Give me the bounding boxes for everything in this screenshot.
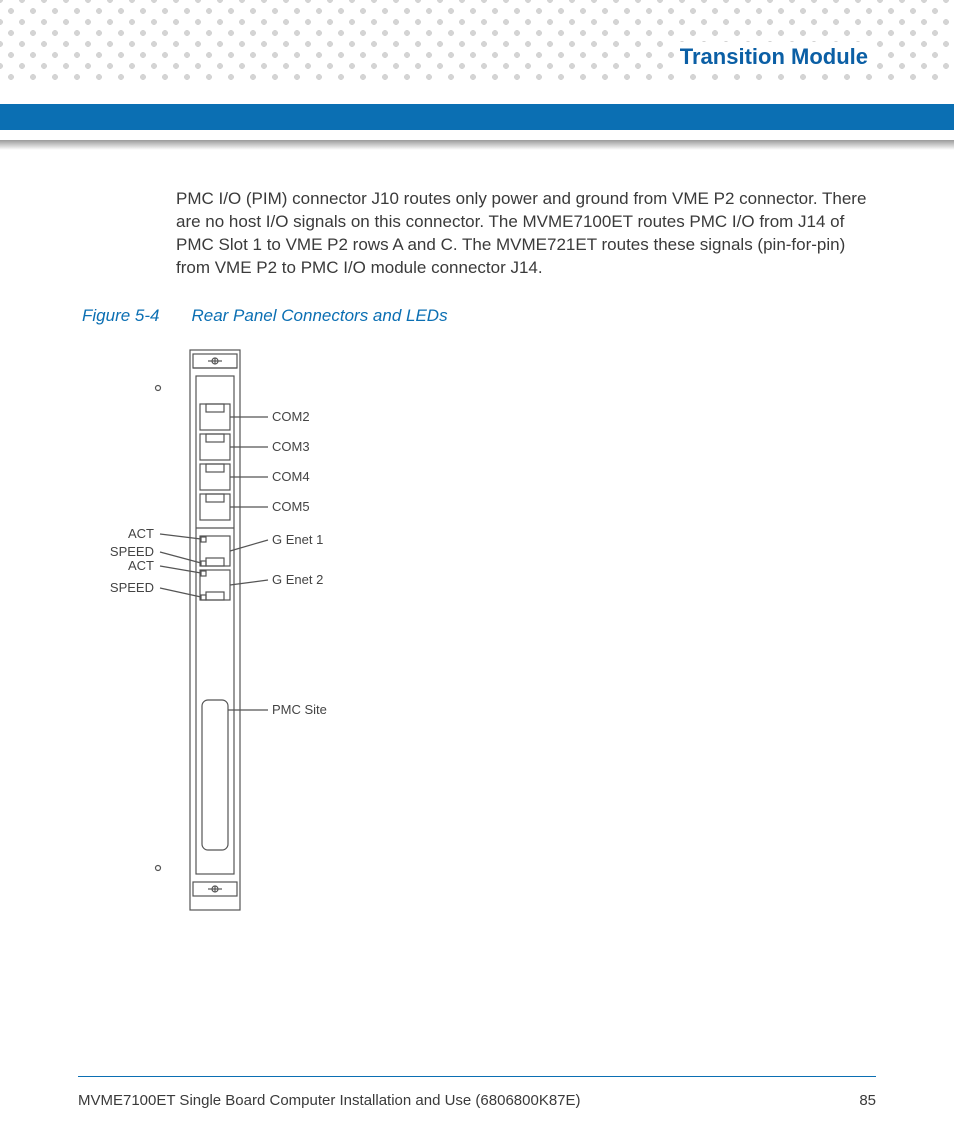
label-enet2: G Enet 2 [272,572,323,587]
footer-doc-title: MVME7100ET Single Board Computer Install… [78,1092,581,1109]
label-com3: COM3 [272,439,310,454]
label-com5: COM5 [272,499,310,514]
page-footer: MVME7100ET Single Board Computer Install… [78,1092,876,1109]
header-blue-bar [0,104,954,130]
header-divider [0,140,954,150]
section-title: Transition Module [674,42,874,72]
rear-panel-diagram: COM2 COM3 COM4 COM5 G Enet 1 G Enet 2 PM… [90,340,490,940]
label-act1: ACT [128,526,154,541]
label-com4: COM4 [272,469,310,484]
label-com2: COM2 [272,409,310,424]
label-act2: ACT [128,558,154,573]
figure-title: Rear Panel Connectors and LEDs [191,306,447,325]
figure-number: Figure 5-4 [82,306,159,325]
label-enet1: G Enet 1 [272,532,323,547]
footer-rule [78,1076,876,1077]
label-speed2: SPEED [110,580,154,595]
label-pmc: PMC Site [272,702,327,717]
figure-caption: Figure 5-4 Rear Panel Connectors and LEDs [82,306,448,326]
label-speed1: SPEED [110,544,154,559]
footer-page-number: 85 [859,1092,876,1109]
body-paragraph: PMC I/O (PIM) connector J10 routes only … [176,188,882,280]
